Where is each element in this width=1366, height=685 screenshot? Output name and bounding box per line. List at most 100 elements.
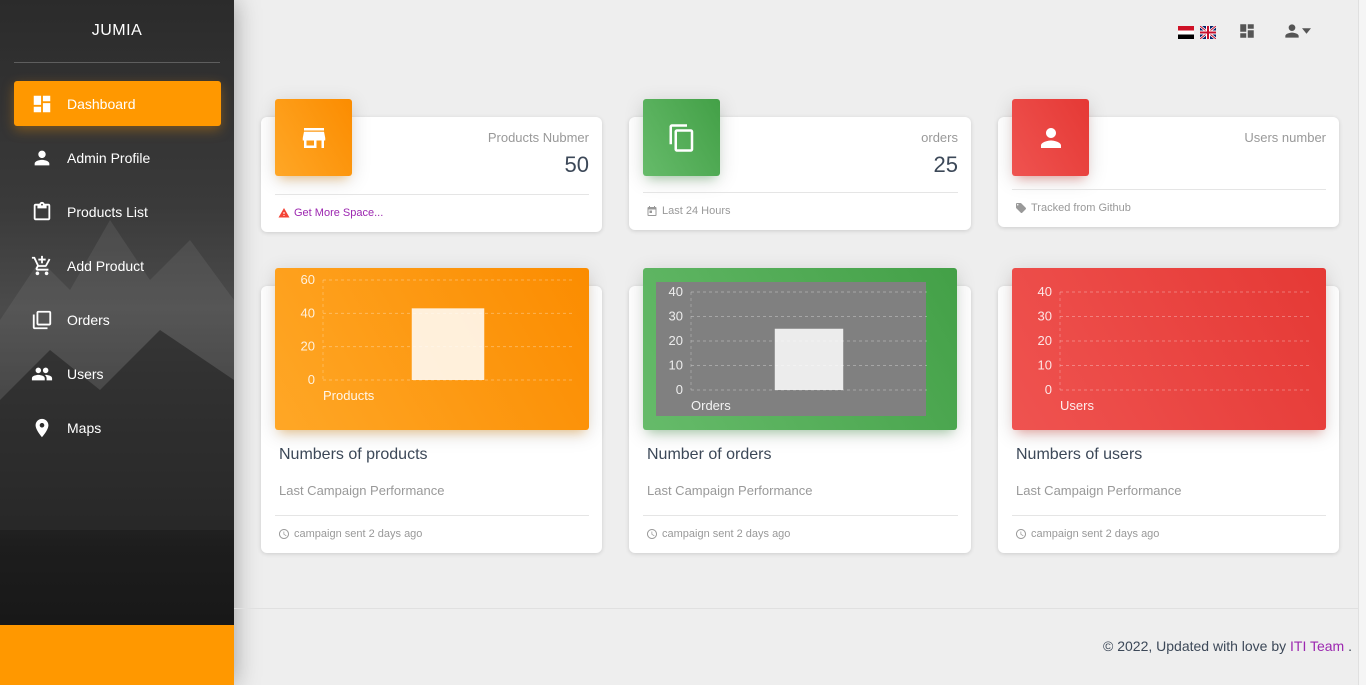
stat-footer-text: Last 24 Hours xyxy=(662,205,731,217)
bar xyxy=(774,328,844,390)
divider xyxy=(275,194,589,195)
store-icon xyxy=(275,99,352,176)
chart-subtitle: Last Campaign Performance xyxy=(647,483,813,498)
stat-footer[interactable]: Get More Space... xyxy=(278,207,383,219)
calendar-icon xyxy=(647,206,657,216)
sidebar-item-dashboard[interactable]: Dashboard xyxy=(14,81,221,126)
library-icon xyxy=(29,307,55,333)
sidebar-item-add-product[interactable]: Add Product xyxy=(14,243,221,288)
y-tick-label: 20 xyxy=(669,333,683,348)
products-bar-chart: 0 20 40 60 Products xyxy=(301,272,573,403)
y-tick-label: 30 xyxy=(1038,309,1052,324)
uk-flag-icon[interactable] xyxy=(1200,25,1216,39)
egypt-flag-icon[interactable] xyxy=(1178,25,1194,39)
scrollbar[interactable] xyxy=(1358,0,1366,685)
x-tick-label: Products xyxy=(323,388,375,403)
sidebar-item-label: Add Product xyxy=(67,257,145,274)
stat-footer: Last 24 Hours xyxy=(646,205,730,217)
products-chart-card: 0 20 40 60 Products Numbers of products Last… xyxy=(261,268,602,553)
sidebar-item-label: Orders xyxy=(67,311,110,328)
sidebar-item-products-list[interactable]: Products List xyxy=(14,189,221,234)
footer-end: . xyxy=(1344,638,1352,654)
users-bar-chart: 0 10 20 30 40 Users xyxy=(1038,284,1310,413)
x-tick-label: Orders xyxy=(691,398,731,413)
divider xyxy=(275,515,589,516)
person-icon xyxy=(1284,24,1299,38)
stat-label: orders xyxy=(921,130,958,145)
y-tick-label: 30 xyxy=(669,309,683,324)
page-footer: © 2022, Updated with love by ITI Team . xyxy=(1103,638,1352,654)
y-tick-label: 20 xyxy=(301,339,315,354)
sidebar-item-label: Dashboard xyxy=(67,95,136,112)
divider xyxy=(1012,189,1326,190)
tag-icon xyxy=(1016,203,1026,213)
stat-value: 50 xyxy=(564,152,589,177)
y-tick-label: 40 xyxy=(669,284,683,299)
orders-chart-header: 0 10 20 30 40 Orders xyxy=(643,268,957,430)
dashboard-icon[interactable] xyxy=(1236,20,1258,42)
user-menu-button[interactable] xyxy=(1278,20,1314,42)
sidebar-bottom-bar xyxy=(0,625,234,685)
chart-subtitle: Last Campaign Performance xyxy=(1016,483,1182,498)
sidebar-item-admin-profile[interactable]: Admin Profile xyxy=(14,135,221,180)
stat-value: 25 xyxy=(933,152,958,177)
brand-title[interactable]: JUMIA xyxy=(0,0,234,62)
sidebar-item-label: Users xyxy=(67,365,104,382)
footer-text: © 2022, Updated with love by xyxy=(1103,638,1291,654)
chart-footer: campaign sent 2 days ago xyxy=(1015,528,1159,540)
divider xyxy=(643,192,958,193)
products-stat-card: Products Nubmer 50 Get More Space... xyxy=(261,99,602,232)
users-chart-header: 0 10 20 30 40 Users xyxy=(1012,268,1326,430)
y-tick-label: 40 xyxy=(1038,284,1052,299)
x-tick-label: Users xyxy=(1060,398,1094,413)
y-tick-label: 0 xyxy=(1045,382,1052,397)
chart-footer-text: campaign sent 2 days ago xyxy=(1031,528,1160,540)
person-icon xyxy=(29,145,55,171)
stat-footer-text[interactable]: Get More Space... xyxy=(294,207,383,219)
products-chart-header: 0 20 40 60 Products xyxy=(275,268,589,430)
y-tick-label: 10 xyxy=(669,358,683,373)
y-tick-label: 10 xyxy=(1038,358,1052,373)
chart-title: Number of orders xyxy=(647,446,772,463)
sidebar-item-maps[interactable]: Maps xyxy=(14,405,221,450)
warning-icon xyxy=(278,208,290,218)
chart-title: Numbers of products xyxy=(279,446,428,463)
y-tick-label: 0 xyxy=(308,372,315,387)
sidebar-item-label: Products List xyxy=(67,203,148,220)
clock-icon xyxy=(647,529,657,539)
person-icon xyxy=(1012,99,1089,176)
sidebar-item-orders[interactable]: Orders xyxy=(14,297,221,342)
location-pin-icon xyxy=(29,415,55,441)
top-navbar xyxy=(1178,20,1314,42)
y-tick-label: 40 xyxy=(301,305,315,320)
bar xyxy=(411,308,485,380)
orders-chart-card: 0 10 20 30 40 Orders Number of orders Last Ca… xyxy=(629,268,971,553)
stat-footer-text: Tracked from Github xyxy=(1031,202,1131,214)
y-tick-label: 20 xyxy=(1038,333,1052,348)
footer-link[interactable]: ITI Team xyxy=(1290,638,1344,654)
chart-footer: campaign sent 2 days ago xyxy=(646,528,790,540)
sidebar-item-users[interactable]: Users xyxy=(14,351,221,396)
divider xyxy=(643,515,958,516)
y-tick-label: 60 xyxy=(301,272,315,287)
caret-down-icon xyxy=(1301,28,1311,34)
clipboard-icon xyxy=(29,199,55,225)
divider xyxy=(1012,515,1326,516)
sidebar-nav: Dashboard Admin Profile Products List Ad… xyxy=(14,81,221,459)
stat-footer: Tracked from Github xyxy=(1015,202,1131,214)
stat-label: Users number xyxy=(1244,130,1326,145)
clock-icon xyxy=(279,529,289,539)
chart-title: Numbers of users xyxy=(1016,446,1143,463)
orders-bar-chart: 0 10 20 30 40 Orders xyxy=(669,284,927,413)
add-cart-icon xyxy=(29,253,55,279)
stat-label: Products Nubmer xyxy=(487,130,589,145)
users-stat-card: Users number Tracked from Github xyxy=(998,99,1339,227)
chart-footer-text: campaign sent 2 days ago xyxy=(294,528,423,540)
chart-footer: campaign sent 2 days ago xyxy=(278,528,422,540)
users-chart-card: 0 10 20 30 40 Users Numbers of users Last Cam… xyxy=(998,268,1339,553)
content-copy-icon xyxy=(643,99,720,176)
sidebar: JUMIA Dashboard Admin Profile Products L… xyxy=(0,0,234,685)
dashboard-icon xyxy=(29,91,55,117)
orders-stat-card: orders 25 Last 24 Hours xyxy=(629,99,971,230)
clock-icon xyxy=(1016,529,1026,539)
